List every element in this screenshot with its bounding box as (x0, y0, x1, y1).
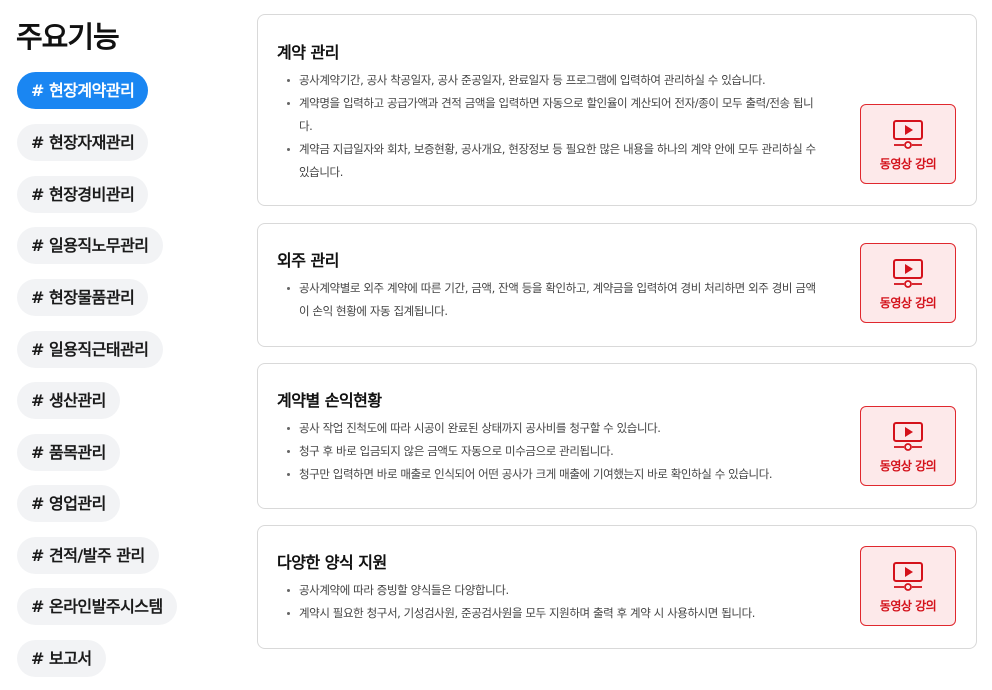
list-item: 계약시 필요한 청구서, 기성검사원, 준공검사원을 모두 지원하며 출력 후 … (285, 602, 825, 625)
nav-item-sales[interactable]: # 영업관리 (17, 485, 120, 522)
video-lecture-button[interactable]: 동영상 강의 (860, 406, 956, 486)
video-lecture-icon (893, 562, 923, 591)
card-title: 계약 관리 (277, 43, 339, 62)
card-bullets: 공사계약별로 외주 계약에 따른 기간, 금액, 잔액 등을 확인하고, 계약금… (285, 277, 825, 323)
nav-item-supplies[interactable]: # 현장물품관리 (17, 279, 149, 316)
video-lecture-label: 동영상 강의 (879, 459, 937, 473)
card-bullets: 공사계약기간, 공사 착공일자, 공사 준공일자, 완료일자 등 프로그램에 입… (285, 69, 825, 184)
video-lecture-label: 동영상 강의 (879, 157, 937, 171)
nav-item-production[interactable]: # 생산관리 (17, 382, 120, 419)
list-item: 공사계약에 따라 증빙할 양식들은 다양합니다. (285, 579, 825, 602)
list-item: 공사계약별로 외주 계약에 따른 기간, 금액, 잔액 등을 확인하고, 계약금… (285, 277, 825, 323)
list-item: 청구 후 바로 입금되지 않은 금액도 자동으로 미수금으로 관리됩니다. (285, 440, 825, 463)
nav-item-material[interactable]: # 현장자재관리 (17, 124, 149, 161)
video-lecture-button[interactable]: 동영상 강의 (860, 546, 956, 626)
feature-card-forms: 다양한 양식 지원 공사계약에 따라 증빙할 양식들은 다양합니다. 계약시 필… (257, 525, 977, 649)
nav-item-estimate-order[interactable]: # 견적/발주 관리 (17, 537, 159, 574)
video-lecture-icon (893, 422, 923, 451)
card-title: 외주 관리 (277, 251, 339, 270)
nav-item-online-order[interactable]: # 온라인발주시스템 (17, 588, 177, 625)
card-title: 다양한 양식 지원 (277, 553, 387, 572)
card-bullets: 공사 작업 진척도에 따라 시공이 완료된 상태까지 공사비를 청구할 수 있습… (285, 417, 825, 486)
feature-card-profit-loss: 계약별 손익현황 공사 작업 진척도에 따라 시공이 완료된 상태까지 공사비를… (257, 363, 977, 509)
video-lecture-icon (893, 120, 923, 149)
nav-item-report[interactable]: # 보고서 (17, 640, 106, 677)
video-lecture-label: 동영상 강의 (879, 599, 937, 613)
video-lecture-icon (893, 259, 923, 288)
feature-card-outsourcing: 외주 관리 공사계약별로 외주 계약에 따른 기간, 금액, 잔액 등을 확인하… (257, 223, 977, 347)
video-lecture-label: 동영상 강의 (879, 296, 937, 310)
nav-item-contract[interactable]: # 현장계약관리 (17, 72, 149, 109)
nav-item-attendance[interactable]: # 일용직근태관리 (17, 331, 163, 368)
nav-item-items[interactable]: # 품목관리 (17, 434, 120, 471)
list-item: 계약금 지급일자와 회차, 보증현황, 공사개요, 현장정보 등 필요한 많은 … (285, 138, 825, 184)
list-item: 공사 작업 진척도에 따라 시공이 완료된 상태까지 공사비를 청구할 수 있습… (285, 417, 825, 440)
video-lecture-button[interactable]: 동영상 강의 (860, 243, 956, 323)
page-title: 주요기능 (16, 20, 120, 54)
list-item: 공사계약기간, 공사 착공일자, 공사 준공일자, 완료일자 등 프로그램에 입… (285, 69, 825, 92)
nav-item-daily-labor[interactable]: # 일용직노무관리 (17, 227, 163, 264)
card-bullets: 공사계약에 따라 증빙할 양식들은 다양합니다. 계약시 필요한 청구서, 기성… (285, 579, 825, 625)
list-item: 청구만 입력하면 바로 매출로 인식되어 어떤 공사가 크게 매출에 기여했는지… (285, 463, 825, 486)
feature-card-contract: 계약 관리 공사계약기간, 공사 착공일자, 공사 준공일자, 완료일자 등 프… (257, 14, 977, 206)
video-lecture-button[interactable]: 동영상 강의 (860, 104, 956, 184)
nav-item-expense[interactable]: # 현장경비관리 (17, 176, 149, 213)
card-title: 계약별 손익현황 (277, 391, 382, 410)
list-item: 계약명을 입력하고 공급가액과 견적 금액을 입력하면 자동으로 할인율이 계산… (285, 92, 825, 138)
